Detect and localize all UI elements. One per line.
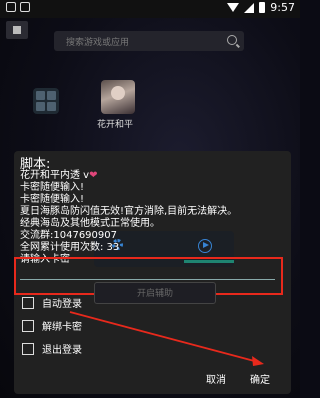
unbind-key-label: 解绑卡密 (42, 322, 82, 333)
logout-label: 退出登录 (42, 345, 82, 356)
heart-icon: ❤ (89, 170, 98, 181)
start-assist-button[interactable]: 开启辅助 (94, 282, 216, 304)
notification-icon (6, 2, 16, 12)
signal-icon (244, 2, 255, 13)
tools-app-icon[interactable] (33, 88, 59, 114)
square-icon (13, 26, 21, 34)
battery-icon (259, 2, 266, 13)
logout-row[interactable]: 退出登录 (22, 341, 82, 356)
script-line-7: 全网累计使用次数: 33 (20, 242, 120, 253)
script-line-4: 夏日海豚岛防闪值无效!官方消除,目前无法解决。 (20, 206, 238, 217)
script-line-6: 交流群:1047690907 (20, 230, 117, 241)
cancel-button[interactable]: 取消 (206, 371, 226, 386)
unbind-key-row[interactable]: 解绑卡密 (22, 318, 82, 333)
play-icon[interactable] (198, 239, 212, 253)
menu-button[interactable] (6, 21, 28, 39)
notification-icon-2 (20, 2, 30, 12)
confirm-button[interactable]: 确定 (250, 371, 270, 386)
logout-checkbox[interactable] (22, 342, 34, 355)
auto-login-checkbox[interactable] (22, 296, 34, 309)
search-bar[interactable]: 搜索游戏或应用 (54, 31, 244, 51)
script-line-1: 花开和平内透 v❤ (20, 170, 98, 181)
app-avatar-icon[interactable] (101, 80, 135, 114)
script-line-2: 卡密随便输入! (20, 182, 85, 193)
search-icon[interactable] (227, 35, 237, 45)
auto-login-label: 自动登录 (42, 299, 82, 310)
status-bar: 9:57 (0, 0, 300, 18)
search-placeholder: 搜索游戏或应用 (66, 38, 130, 48)
script-dialog: 脚本: 花开和平内透 v❤ 卡密随便输入! 卡密随便输入! 夏日海豚岛防闪值无效… (14, 151, 291, 394)
app-label: 花开和平 (97, 120, 134, 130)
auto-login-row[interactable]: 自动登录 (22, 295, 82, 310)
script-line-5: 经典海岛及其他模式正常使用。 (20, 218, 160, 229)
script-line-3: 卡密随便输入! (20, 194, 85, 205)
unbind-key-checkbox[interactable] (22, 319, 34, 332)
status-time: 9:57 (270, 1, 295, 14)
wifi-icon (227, 3, 240, 12)
